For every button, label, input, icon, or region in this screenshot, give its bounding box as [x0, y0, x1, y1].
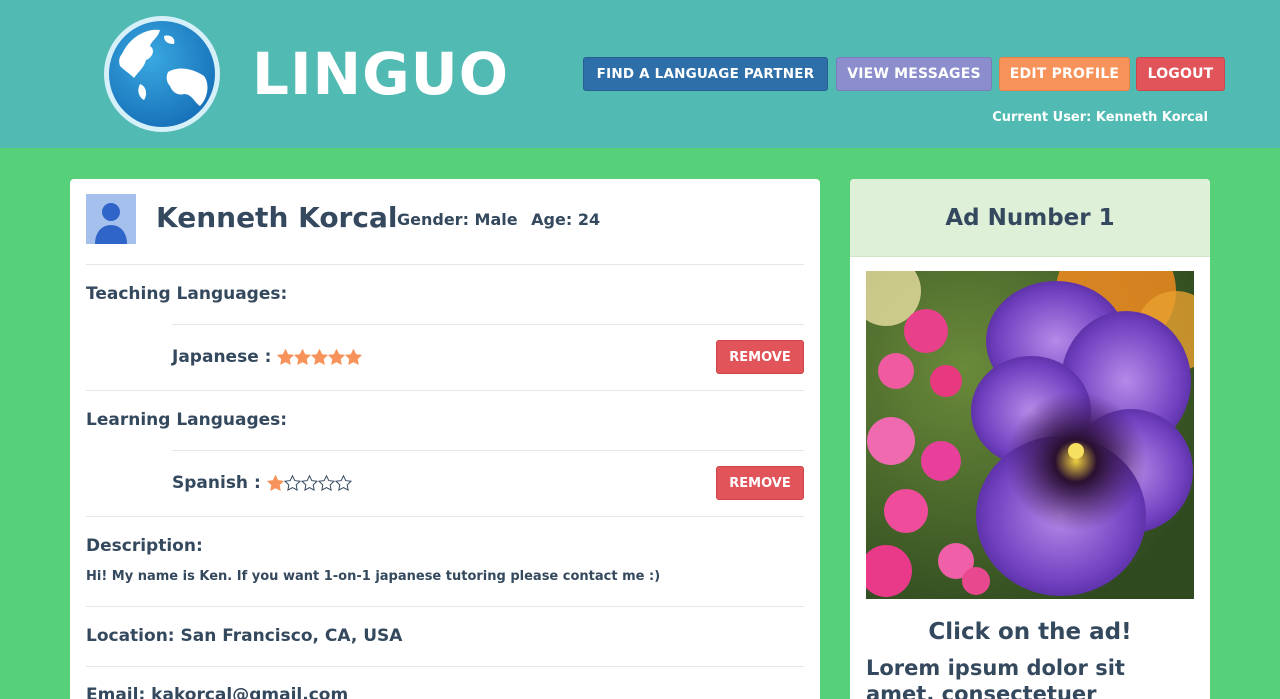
ad-title: Ad Number 1 [850, 179, 1210, 257]
location-text: Location: San Francisco, CA, USA [86, 626, 403, 646]
divider [86, 390, 804, 391]
star-filled-icon [345, 348, 363, 365]
star-empty-icon [300, 474, 318, 491]
ad-flower-image[interactable] [866, 271, 1194, 599]
star-empty-icon [317, 474, 335, 491]
description-label: Description: [86, 536, 203, 556]
learning-languages-label: Learning Languages: [86, 410, 288, 430]
edit-profile-button[interactable]: EDIT PROFILE [999, 57, 1130, 91]
divider [172, 324, 804, 325]
divider [86, 606, 804, 607]
ad-card: Ad Number 1 Click on the ad! Lorem ipsum… [850, 179, 1210, 699]
profile-meta: Gender: Male Age: 24 [397, 210, 608, 230]
profile-card: Kenneth Korcal Gender: Male Age: 24 Teac… [70, 179, 820, 699]
divider [86, 666, 804, 667]
description-text: Hi! My name is Ken. If you want 1-on-1 j… [86, 569, 661, 584]
teaching-language-row: Japanese : [172, 346, 363, 368]
star-filled-icon [277, 348, 295, 365]
find-language-partner-button[interactable]: FIND A LANGUAGE PARTNER [583, 57, 828, 91]
divider [86, 516, 804, 517]
star-filled-icon [328, 348, 346, 365]
remove-teaching-language-button[interactable]: REMOVE [716, 340, 804, 374]
logout-button[interactable]: LOGOUT [1136, 57, 1225, 91]
divider [86, 264, 804, 265]
email-text: Email: kakorcal@gmail.com [86, 685, 349, 699]
star-filled-icon [266, 474, 284, 491]
language-name: Spanish : [172, 473, 261, 493]
current-user-label: Current User: Kenneth Korcal [992, 110, 1208, 125]
star-filled-icon [311, 348, 329, 365]
ad-body-text: Lorem ipsum dolor sit amet, consectetuer… [866, 656, 1125, 699]
star-empty-icon [283, 474, 301, 491]
view-messages-button[interactable]: VIEW MESSAGES [836, 57, 992, 91]
top-header: LINGUO FIND A LANGUAGE PARTNER VIEW MESS… [0, 0, 1280, 148]
user-avatar-icon [86, 194, 136, 244]
learning-language-row: Spanish : [172, 472, 352, 494]
ad-cta[interactable]: Click on the ad! [850, 617, 1210, 647]
star-rating [277, 348, 363, 366]
remove-learning-language-button[interactable]: REMOVE [716, 466, 804, 500]
star-empty-icon [334, 474, 352, 491]
app-logo-text[interactable]: LINGUO [252, 42, 509, 106]
star-filled-icon [294, 348, 312, 365]
profile-name: Kenneth Korcal [156, 201, 398, 234]
divider [172, 450, 804, 451]
globe-icon[interactable] [100, 14, 224, 134]
gender-label: Gender: Male [397, 210, 518, 229]
language-name: Japanese : [172, 347, 272, 367]
star-rating [266, 474, 352, 492]
teaching-languages-label: Teaching Languages: [86, 284, 288, 304]
age-label: Age: 24 [531, 210, 601, 229]
